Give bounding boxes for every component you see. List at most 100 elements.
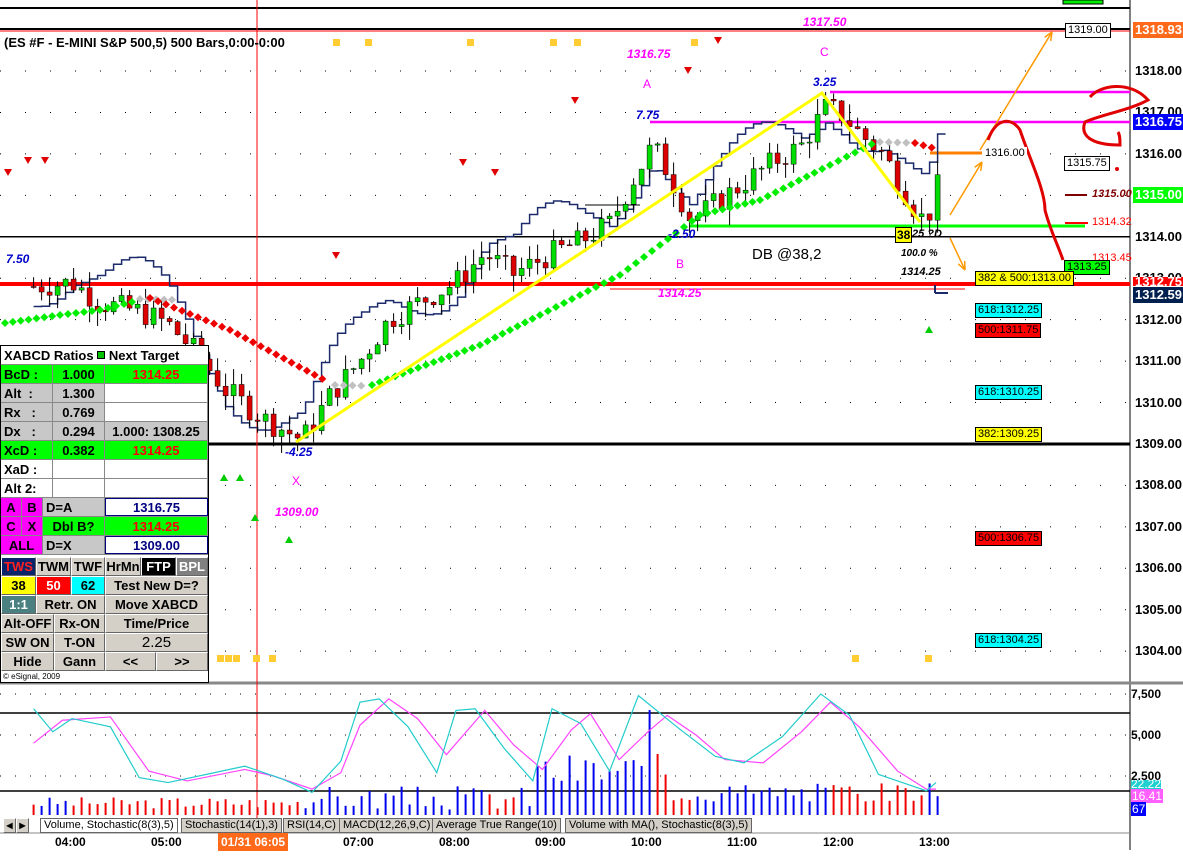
point-x-button[interactable]: X xyxy=(22,517,43,535)
candle xyxy=(118,295,125,302)
ratio-key: Alt : xyxy=(1,384,53,402)
tab-rsi[interactable]: RSI(14,C) xyxy=(283,818,340,833)
marker-square-icon xyxy=(217,655,224,662)
left-ratio: 7.50 xyxy=(6,252,30,266)
candle xyxy=(790,143,797,165)
alt-off-button[interactable]: Alt-OFF xyxy=(1,614,54,633)
d-percent: 100.0 % xyxy=(901,248,938,259)
last-price-label: 1312.59 xyxy=(1133,287,1183,303)
chart-title: (ES #F - E-MINI S&P 500,5) 500 Bars,0:00… xyxy=(4,35,285,50)
tab-scroll-left-icon[interactable]: ◀ xyxy=(3,818,16,833)
candle xyxy=(678,192,685,213)
twm-button[interactable]: TWM xyxy=(36,557,71,576)
retracement-button[interactable]: Retr. ON xyxy=(36,595,105,614)
sw-on-button[interactable]: SW ON xyxy=(1,633,54,652)
legend-square-icon xyxy=(97,351,106,359)
hrmn-button[interactable]: HrMn xyxy=(105,557,141,576)
fib-38-button[interactable]: 38 xyxy=(1,576,36,595)
candle xyxy=(614,210,621,217)
candle xyxy=(886,150,893,162)
candle xyxy=(254,419,261,422)
twf-button[interactable]: TWF xyxy=(71,557,105,576)
candle xyxy=(38,286,45,293)
candle xyxy=(454,270,461,288)
ratio-value: 0.294 xyxy=(53,422,105,440)
cursor-time-label: 01/31 06:05 xyxy=(218,833,289,851)
price-tick: 1305.00 xyxy=(1135,601,1182,617)
t-on-button[interactable]: T-ON xyxy=(54,633,105,652)
ratio-target xyxy=(105,384,208,402)
next-button[interactable]: >> xyxy=(156,652,208,671)
gann-button[interactable]: Gann xyxy=(54,652,105,671)
price-tick: 1318.00 xyxy=(1135,63,1182,78)
ratio-row: XcD :0.382 1314.25 xyxy=(1,441,208,460)
fib-382: 382:1309.25 xyxy=(975,427,1043,442)
candle xyxy=(478,257,485,265)
ratio-row: BcD :1.000 1314.25 xyxy=(1,365,208,384)
double-b-label: Dbl B? xyxy=(43,517,105,535)
d-price: 1314.25 xyxy=(901,266,941,278)
fib-62-button[interactable]: 62 xyxy=(71,576,105,595)
b-price-annotation: 1314.25 xyxy=(658,286,702,300)
hide-button[interactable]: Hide xyxy=(1,652,54,671)
tab-volume-stochastic[interactable]: Volume, Stochastic(8(3),5) xyxy=(40,818,178,833)
rx-on-button[interactable]: Rx-ON xyxy=(54,614,105,633)
tws-button[interactable]: TWS xyxy=(1,557,36,576)
ratio-target xyxy=(105,403,208,421)
marker-square-icon xyxy=(691,39,698,46)
candle xyxy=(350,368,357,370)
candle xyxy=(494,255,501,260)
candle xyxy=(406,301,413,325)
candle xyxy=(550,240,557,269)
tab-scroll[interactable]: ◀ ▶ xyxy=(3,818,39,833)
value-field[interactable]: 2.25 xyxy=(105,633,208,652)
candle xyxy=(462,270,469,283)
candle xyxy=(558,240,565,246)
fib-618-1: 618:1312.25 xyxy=(975,303,1043,318)
tab-scroll-right-icon[interactable]: ▶ xyxy=(16,818,29,833)
ratio-value: 0.382 xyxy=(53,441,105,459)
ratio-key: Alt 2: xyxy=(1,479,53,497)
time-price-button[interactable]: Time/Price xyxy=(105,614,208,633)
bpl-button[interactable]: BPL xyxy=(176,557,208,576)
candle xyxy=(758,167,765,170)
all-points-button[interactable]: ALL xyxy=(1,536,43,554)
candle xyxy=(238,384,245,397)
tab-volume-ma[interactable]: Volume with MA(), Stochastic(8(3),5) xyxy=(565,818,753,833)
candle xyxy=(270,413,277,437)
ftp-button[interactable]: FTP xyxy=(141,557,176,576)
ratio-row: Dx :0.294 1.000: 1308.25 xyxy=(1,422,208,441)
candle xyxy=(366,353,373,360)
test-new-d-button[interactable]: Test New D=? xyxy=(105,576,208,595)
candle xyxy=(854,126,861,129)
ratio-1-1-button[interactable]: 1:1 xyxy=(1,595,36,614)
point-c-button[interactable]: C xyxy=(1,517,22,535)
d-eq-x-value: 1309.00 xyxy=(105,536,208,554)
marker-square-icon xyxy=(269,655,276,662)
marker-square-icon xyxy=(574,39,581,46)
time-tick: 09:00 xyxy=(535,835,566,849)
tab-macd[interactable]: MACD(12,26,9,C) xyxy=(339,818,435,833)
candle xyxy=(134,303,141,309)
tab-stochastic[interactable]: Stochastic(14(1),3) xyxy=(181,818,282,833)
previous-button[interactable]: << xyxy=(105,652,156,671)
point-x-label: X xyxy=(292,474,301,488)
candle xyxy=(534,258,541,263)
point-a-button[interactable]: A xyxy=(1,498,22,516)
candle xyxy=(390,320,397,327)
candle xyxy=(214,370,221,387)
candle xyxy=(734,187,741,194)
candle xyxy=(326,388,333,406)
candle xyxy=(862,128,869,140)
price-tick: 1312.00 xyxy=(1135,311,1182,327)
move-xabcd-button[interactable]: Move XABCD xyxy=(105,595,208,614)
point-b-button[interactable]: B xyxy=(22,498,43,516)
hand-drawn-dot xyxy=(1115,167,1119,171)
tab-atr[interactable]: Average True Range(10) xyxy=(432,818,561,833)
d-eq-a-label: D=A xyxy=(43,498,105,516)
xabcd-panel: XABCD Ratios Next Target BcD :1.000 1314.… xyxy=(0,345,209,683)
ratio-value xyxy=(53,479,105,497)
fib-50-button[interactable]: 50 xyxy=(36,576,71,595)
candle xyxy=(934,174,941,221)
candle xyxy=(630,184,637,205)
